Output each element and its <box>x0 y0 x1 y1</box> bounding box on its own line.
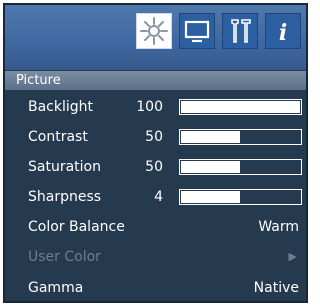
row-value: 4 <box>154 189 163 205</box>
row-label: User Color <box>28 249 101 265</box>
menu-row-gamma[interactable]: Gamma Native <box>5 274 306 301</box>
row-label: Contrast <box>28 129 88 145</box>
tab-picture[interactable] <box>136 13 172 49</box>
level-bar[interactable] <box>179 159 302 175</box>
level-bar-fill <box>181 101 300 113</box>
menu-row-contrast[interactable]: Contrast 50 <box>5 123 306 153</box>
menu-row-saturation[interactable]: Saturation 50 <box>5 153 306 183</box>
menu-row-user-color: User Color ▶ <box>5 243 306 273</box>
row-value: Warm <box>258 219 299 235</box>
level-bar[interactable] <box>179 99 302 115</box>
row-value: 50 <box>145 159 163 175</box>
level-bar[interactable] <box>179 129 302 145</box>
level-bar-fill <box>181 191 240 203</box>
row-label: Saturation <box>28 159 101 175</box>
row-value: Native <box>253 280 299 296</box>
submenu-arrow-icon: ▶ <box>288 250 297 263</box>
section-title: Picture <box>16 73 61 88</box>
tab-info[interactable]: i <box>265 13 301 49</box>
menu-row-sharpness[interactable]: Sharpness 4 <box>5 183 306 213</box>
tab-setup[interactable] <box>222 13 258 49</box>
row-label: Color Balance <box>28 219 125 235</box>
tab-display[interactable] <box>179 13 215 49</box>
row-label: Sharpness <box>28 189 102 205</box>
level-bar-fill <box>181 131 240 143</box>
row-label: Gamma <box>28 280 84 296</box>
menu-row-color-balance[interactable]: Color Balance Warm <box>5 213 306 243</box>
brightness-icon <box>140 17 168 45</box>
menu-tab-bar: i <box>5 5 306 70</box>
monitor-icon <box>184 20 210 43</box>
row-label: Backlight <box>28 99 94 115</box>
row-value: 50 <box>145 129 163 145</box>
svg-text:i: i <box>279 20 287 46</box>
info-icon: i <box>279 20 287 46</box>
section-header: Picture <box>5 71 306 90</box>
level-bar-fill <box>181 161 240 173</box>
menu-row-backlight[interactable]: Backlight 100 <box>5 93 306 123</box>
osd-menu: i Picture Backlight 100 Contrast 50 Satu… <box>3 3 308 303</box>
row-value: 100 <box>136 99 163 115</box>
level-bar[interactable] <box>179 189 302 205</box>
tools-icon <box>231 19 251 43</box>
